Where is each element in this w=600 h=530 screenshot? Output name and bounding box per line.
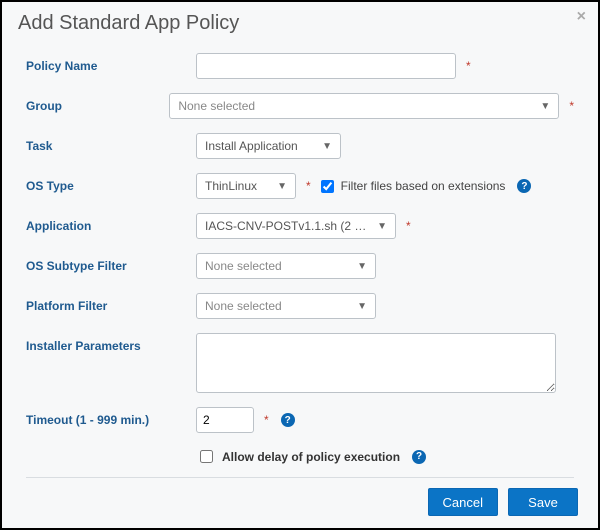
close-icon[interactable]: × xyxy=(577,8,586,26)
modal-body: Policy Name * Group None selected ▼ * Ta… xyxy=(2,43,598,477)
chevron-down-icon: ▼ xyxy=(540,101,550,112)
modal-header: Add Standard App Policy × xyxy=(2,2,598,43)
allow-delay-label: Allow delay of policy execution xyxy=(222,450,400,464)
add-app-policy-modal: Add Standard App Policy × Policy Name * … xyxy=(0,0,600,530)
row-os-type: OS Type ThinLinux ▼ * Filter files based… xyxy=(26,173,574,199)
group-select[interactable]: None selected ▼ xyxy=(169,93,559,119)
os-type-select-value: ThinLinux xyxy=(205,179,257,193)
row-installer-params: Installer Parameters xyxy=(26,333,574,393)
required-marker: * xyxy=(406,219,411,233)
modal-title: Add Standard App Policy xyxy=(18,12,239,34)
filter-ext-label: Filter files based on extensions xyxy=(341,179,506,193)
platform-select[interactable]: None selected ▼ xyxy=(196,293,376,319)
application-select-value: IACS-CNV-POSTv1.1.sh (2 Reposi xyxy=(205,219,371,233)
help-icon[interactable]: ? xyxy=(517,179,531,193)
installer-params-textarea[interactable] xyxy=(196,333,556,393)
chevron-down-icon: ▼ xyxy=(322,141,332,152)
group-select-value: None selected xyxy=(178,99,255,113)
chevron-down-icon: ▼ xyxy=(357,261,367,272)
save-button[interactable]: Save xyxy=(508,488,578,516)
row-allow-delay: Allow delay of policy execution ? xyxy=(196,447,574,466)
cancel-button[interactable]: Cancel xyxy=(428,488,498,516)
label-platform: Platform Filter xyxy=(26,293,196,313)
row-os-subtype: OS Subtype Filter None selected ▼ xyxy=(26,253,574,279)
os-type-select[interactable]: ThinLinux ▼ xyxy=(196,173,296,199)
row-task: Task Install Application ▼ xyxy=(26,133,574,159)
modal-footer: Cancel Save xyxy=(2,478,598,528)
label-task: Task xyxy=(26,133,196,153)
row-policy-name: Policy Name * xyxy=(26,53,574,79)
label-installer-params: Installer Parameters xyxy=(26,333,196,353)
label-application: Application xyxy=(26,213,196,233)
row-timeout: Timeout (1 - 999 min.) * ? xyxy=(26,407,574,433)
required-marker: * xyxy=(306,179,311,193)
task-select[interactable]: Install Application ▼ xyxy=(196,133,341,159)
filter-ext-wrapper[interactable]: Filter files based on extensions xyxy=(317,177,506,196)
filter-ext-checkbox[interactable] xyxy=(321,180,334,193)
row-platform: Platform Filter None selected ▼ xyxy=(26,293,574,319)
task-select-value: Install Application xyxy=(205,139,298,153)
label-os-type: OS Type xyxy=(26,173,196,193)
row-application: Application IACS-CNV-POSTv1.1.sh (2 Repo… xyxy=(26,213,574,239)
required-marker: * xyxy=(569,99,574,113)
help-icon[interactable]: ? xyxy=(281,413,295,427)
help-icon[interactable]: ? xyxy=(412,450,426,464)
chevron-down-icon: ▼ xyxy=(277,181,287,192)
os-subtype-select[interactable]: None selected ▼ xyxy=(196,253,376,279)
policy-name-input[interactable] xyxy=(196,53,456,79)
allow-delay-checkbox[interactable] xyxy=(200,450,213,463)
chevron-down-icon: ▼ xyxy=(377,221,387,232)
label-group: Group xyxy=(26,93,169,113)
platform-select-value: None selected xyxy=(205,299,282,313)
label-os-subtype: OS Subtype Filter xyxy=(26,253,196,273)
chevron-down-icon: ▼ xyxy=(357,301,367,312)
required-marker: * xyxy=(264,413,269,427)
required-marker: * xyxy=(466,59,471,73)
label-timeout: Timeout (1 - 999 min.) xyxy=(26,407,196,427)
timeout-input[interactable] xyxy=(196,407,254,433)
application-select[interactable]: IACS-CNV-POSTv1.1.sh (2 Reposi ▼ xyxy=(196,213,396,239)
row-group: Group None selected ▼ * xyxy=(26,93,574,119)
os-subtype-select-value: None selected xyxy=(205,259,282,273)
label-policy-name: Policy Name xyxy=(26,53,196,73)
